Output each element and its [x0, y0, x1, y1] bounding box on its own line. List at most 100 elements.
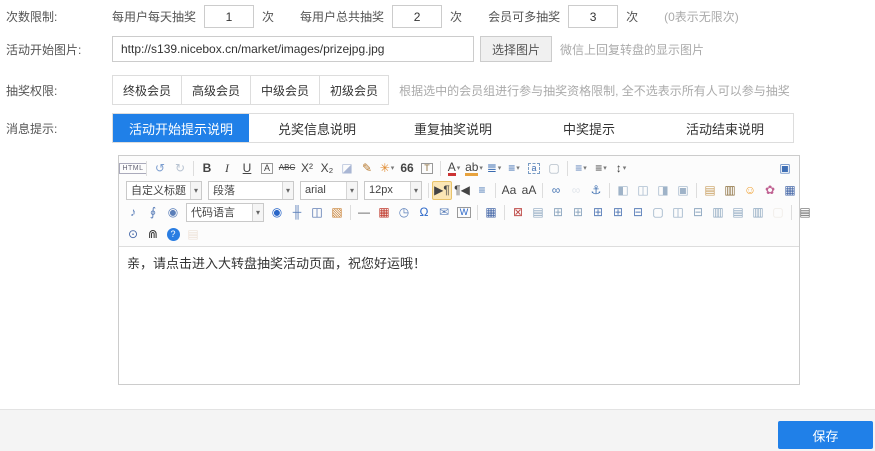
upload-image-icon[interactable]: ▥ [720, 181, 740, 200]
hr-icon[interactable]: — [354, 203, 374, 222]
blockquote-icon[interactable]: 66 [397, 159, 417, 178]
new-page-icon[interactable]: ▢ [544, 159, 564, 178]
image-align-right-icon[interactable]: ◨ [653, 181, 673, 200]
clear-doc-icon[interactable]: ▢ [768, 203, 788, 222]
indent-icon[interactable]: ≡▾ [571, 159, 591, 178]
strikethrough-icon[interactable]: ABC [277, 159, 297, 178]
image-block-icon[interactable]: ▣ [673, 181, 693, 200]
align-icon[interactable]: ≡▾ [591, 159, 611, 178]
total-limit-input[interactable] [392, 5, 442, 28]
insert-col-left-icon[interactable]: ⊞ [588, 203, 608, 222]
member-group-button-4[interactable]: 初级会员 [319, 75, 389, 105]
paragraph-select-value: 段落 [213, 182, 235, 198]
help-icon[interactable]: ? [163, 225, 183, 244]
word-import-icon[interactable]: W [454, 203, 474, 222]
paste-text-icon[interactable]: T [417, 159, 437, 178]
preview-icon[interactable]: ⊙ [123, 225, 143, 244]
insert-col-right-icon[interactable]: ⊞ [608, 203, 628, 222]
table-row-icon[interactable]: ▤ [728, 203, 748, 222]
insert-row-above-icon[interactable]: ⊞ [548, 203, 568, 222]
per-day-limit-input[interactable] [204, 5, 254, 28]
highlight-color-icon[interactable]: ab▾ [464, 159, 484, 178]
font-color-icon[interactable]: A▾ [444, 159, 464, 178]
superscript-icon[interactable]: X² [297, 159, 317, 178]
anchor-link-icon[interactable]: a [524, 159, 544, 178]
ordered-list-icon[interactable]: ≣▾ [484, 159, 504, 178]
rtl-icon[interactable]: ¶◀ [452, 181, 472, 200]
insert-paragraph-icon[interactable]: ≡ [472, 181, 492, 200]
special-char-icon[interactable]: Ω [414, 203, 434, 222]
font-style-icon[interactable]: A [257, 159, 277, 178]
editor-content[interactable]: 亲，请点击进入大转盘抽奖活动页面，祝您好运哦！ [119, 247, 799, 383]
split-cells-icon[interactable]: ▥ [708, 203, 728, 222]
redo-icon[interactable]: ↻ [170, 159, 190, 178]
member-group-button-1[interactable]: 终极会员 [112, 75, 182, 105]
unlink-icon[interactable]: ∞ [566, 181, 586, 200]
italic-icon[interactable]: I [217, 159, 237, 178]
font-family-select[interactable]: arial▾ [300, 181, 358, 200]
insert-row-below-icon[interactable]: ⊞ [568, 203, 588, 222]
paragraph-select[interactable]: 段落▾ [208, 181, 294, 200]
image-align-left-icon[interactable]: ◧ [613, 181, 633, 200]
message-tab-3[interactable]: 重复抽奖说明 [385, 114, 521, 142]
uppercase-icon[interactable]: Aa [499, 181, 519, 200]
image-icon[interactable]: ▤ [700, 181, 720, 200]
font-size-select[interactable]: 12px▾ [364, 181, 422, 200]
eraser-icon[interactable]: ◪ [337, 159, 357, 178]
music-icon[interactable]: ♪ [123, 203, 143, 222]
limits-row: 次数限制: 每用户每天抽奖次每用户总共抽奖次会员可多抽奖次 (0表示无限次) [6, 5, 872, 28]
cell-props-icon[interactable]: ▢ [648, 203, 668, 222]
clock-icon[interactable]: ◷ [394, 203, 414, 222]
line-height-icon[interactable]: ↕▾ [611, 159, 631, 178]
paste-icon[interactable]: ▤ [183, 225, 203, 244]
message-tab-4[interactable]: 中奖提示 [521, 114, 657, 142]
table-icon[interactable]: ▦ [481, 203, 501, 222]
page-break-icon[interactable]: ╫ [287, 203, 307, 222]
member-group-button-3[interactable]: 中级会员 [250, 75, 320, 105]
ltr-icon[interactable]: ▶¶ [432, 181, 452, 200]
message-edit-icon[interactable]: ✉ [434, 203, 454, 222]
link-icon[interactable]: ∞ [546, 181, 566, 200]
print-icon[interactable]: ▤ [795, 203, 815, 222]
fullscreen-icon[interactable]: ▣ [775, 159, 795, 178]
auto-typeset-icon[interactable]: ✳▾ [377, 159, 397, 178]
template-icon[interactable]: ▧ [327, 203, 347, 222]
format-brush-icon[interactable]: ✎ [357, 159, 377, 178]
subscript-icon[interactable]: X₂ [317, 159, 337, 178]
attachment-icon[interactable]: ∮ [143, 203, 163, 222]
calendar-icon[interactable]: ▦ [374, 203, 394, 222]
heading-select[interactable]: 自定义标题▾ [126, 181, 202, 200]
member-group-button-2[interactable]: 高级会员 [181, 75, 251, 105]
media-icon[interactable]: ▦ [780, 181, 800, 200]
unordered-list-icon[interactable]: ≡▾ [504, 159, 524, 178]
message-tab-1[interactable]: 活动开始提示说明 [113, 114, 249, 142]
choose-image-button[interactable]: 选择图片 [480, 36, 552, 62]
code-language-select[interactable]: 代码语言▾ [186, 203, 264, 222]
image-align-center-icon[interactable]: ◫ [633, 181, 653, 200]
message-tab-5[interactable]: 活动结束说明 [657, 114, 793, 142]
columns-icon[interactable]: ◫ [307, 203, 327, 222]
anchor-icon[interactable]: ⚓ [586, 181, 606, 200]
find-replace-icon[interactable]: ⋒ [143, 225, 163, 244]
code-icon[interactable]: ◉ [267, 203, 287, 222]
palette-icon[interactable]: ✿ [760, 181, 780, 200]
emoticon-icon[interactable]: ☺ [740, 181, 760, 200]
start-image-row: 活动开始图片: 选择图片 微信上回复转盘的显示图片 [6, 36, 872, 62]
source-code-icon[interactable]: HTML [123, 159, 143, 178]
delete-row-icon[interactable]: ⊟ [628, 203, 648, 222]
table-col-icon[interactable]: ▥ [748, 203, 768, 222]
lowercase-icon[interactable]: aA [519, 181, 539, 200]
save-button[interactable]: 保存 [778, 421, 873, 449]
message-tab-2[interactable]: 兑奖信息说明 [249, 114, 385, 142]
image-url-input[interactable] [112, 36, 474, 62]
merge-cells-right-icon[interactable]: ◫ [668, 203, 688, 222]
undo-icon[interactable]: ↺ [150, 159, 170, 178]
toolbar-row-3: ♪∮◉代码语言▾◉╫◫▧—▦◷Ω✉W▦⊠▤⊞⊞⊞⊞⊟▢◫⊟▥▤▥▢▤ [119, 201, 799, 223]
delete-table-icon[interactable]: ⊠ [508, 203, 528, 222]
merge-cells-down-icon[interactable]: ⊟ [688, 203, 708, 222]
bold-icon[interactable]: B [197, 159, 217, 178]
table-props-icon[interactable]: ▤ [528, 203, 548, 222]
underline-icon[interactable]: U [237, 159, 257, 178]
flash-icon[interactable]: ◉ [163, 203, 183, 222]
member-extra-limit-input[interactable] [568, 5, 618, 28]
